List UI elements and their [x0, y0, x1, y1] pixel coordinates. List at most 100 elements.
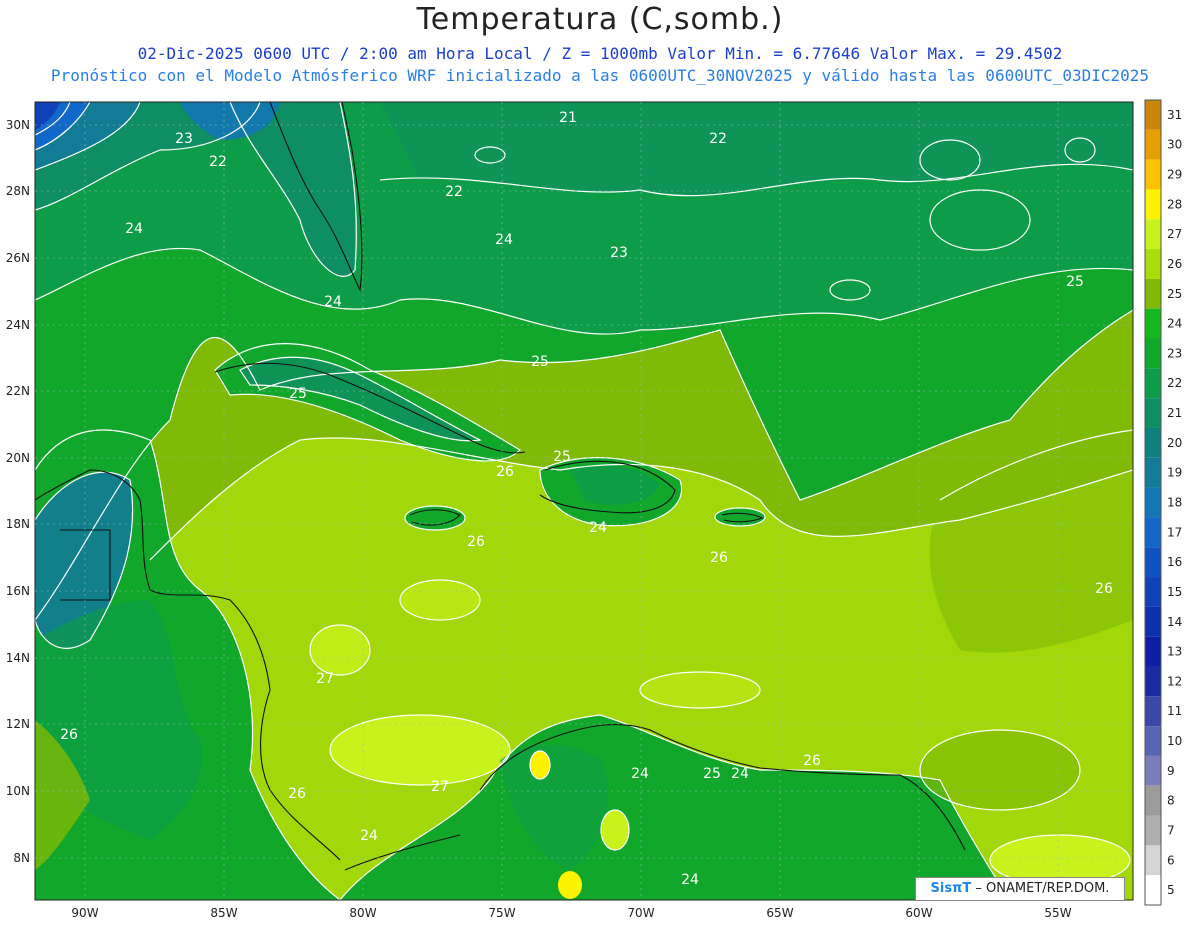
contour-label: 24: [631, 766, 649, 782]
contour-label: 26: [803, 753, 821, 769]
contour-label: 24: [495, 232, 513, 248]
contour-label: 24: [589, 520, 607, 536]
colorbar-swatch: [1145, 815, 1161, 846]
colorbar-swatch: [1145, 666, 1161, 697]
contour-label: 21: [559, 110, 577, 126]
contour-label: 26: [496, 464, 514, 480]
contour-label: 24: [360, 828, 378, 844]
shaded-field: [35, 102, 1133, 900]
colorbar-label: 30: [1167, 138, 1182, 152]
colorbar-swatch: [1145, 845, 1161, 876]
contour-label: 22: [445, 184, 463, 200]
colorbar-swatch: [1145, 398, 1161, 428]
colorbar-swatch: [1145, 487, 1161, 518]
contour-label: 24: [681, 872, 699, 888]
colorbar-swatch: [1145, 696, 1161, 727]
colorbar-label: 9: [1167, 764, 1175, 778]
colorbar-swatch: [1145, 338, 1161, 369]
lon-label: 90W: [71, 906, 98, 920]
colorbar-label: 23: [1167, 346, 1182, 360]
credit-text: – ONAMET/REP.DOM.: [975, 881, 1110, 896]
colorbar-label: 22: [1167, 376, 1182, 390]
lat-label: 24N: [6, 318, 30, 332]
colorbar-label: 20: [1167, 436, 1182, 450]
contour-label: 25: [553, 449, 571, 465]
lon-label: 85W: [210, 906, 237, 920]
colorbar-label: 18: [1167, 496, 1182, 510]
colorbar-swatch: [1145, 278, 1161, 309]
lat-label: 8N: [13, 851, 30, 865]
colorbar-label: 12: [1167, 674, 1182, 688]
colorbar-label: 29: [1167, 168, 1182, 182]
contour-label: 25: [703, 766, 721, 782]
lat-label: 26N: [6, 251, 30, 265]
lon-label: 75W: [488, 906, 515, 920]
lat-label: 16N: [6, 584, 30, 598]
lat-label: 20N: [6, 451, 30, 465]
contour-label: 25: [1066, 274, 1084, 290]
colorbar-label: 19: [1167, 466, 1182, 480]
contour-label: 24: [324, 294, 342, 310]
lon-label: 70W: [627, 906, 654, 920]
colorbar-label: 11: [1167, 704, 1182, 718]
contour-label: 27: [316, 671, 334, 687]
colorbar-label: 28: [1167, 197, 1182, 211]
lat-label: 12N: [6, 717, 30, 731]
colorbar-swatch: [1145, 726, 1161, 756]
lat-label: 14N: [6, 651, 30, 665]
colorbar-label: 14: [1167, 615, 1182, 629]
sispi-logo: SisπT: [930, 881, 972, 896]
colorbar-label: 21: [1167, 406, 1182, 420]
contour-label: 24: [125, 221, 143, 237]
colorbar-label: 26: [1167, 257, 1182, 271]
colorbar-swatch: [1145, 308, 1161, 339]
lon-label: 80W: [349, 906, 376, 920]
lat-label: 22N: [6, 384, 30, 398]
colorbar-swatch: [1145, 427, 1161, 458]
contour-label: 23: [175, 131, 193, 147]
colorbar-swatch: [1145, 129, 1161, 160]
lat-label: 18N: [6, 517, 30, 531]
contour-label: 22: [209, 154, 227, 170]
temperature-map: 30N 28N 26N 24N 22N 20N 18N 16N 14N 12N …: [6, 99, 1182, 920]
colorbar-swatch: [1145, 189, 1161, 220]
colorbar-label: 17: [1167, 525, 1182, 539]
colorbar-label: 5: [1167, 883, 1175, 897]
colorbar-swatch: [1145, 577, 1161, 607]
contour-label: 22: [709, 131, 727, 147]
colorbar-swatch: [1145, 875, 1161, 905]
lon-label: 65W: [766, 906, 793, 920]
longitude-labels: 90W 85W 80W 75W 70W 65W 60W 55W: [71, 906, 1071, 920]
colorbar-swatch: [1145, 219, 1161, 250]
contour-label: 27: [431, 779, 449, 795]
lon-label: 60W: [905, 906, 932, 920]
contour-label: 26: [467, 534, 485, 550]
colorbar-label: 24: [1167, 317, 1182, 331]
colorbar-swatch: [1145, 517, 1161, 548]
contour-label: 25: [289, 386, 307, 402]
colorbar-swatch: [1145, 159, 1161, 190]
colorbar-label: 13: [1167, 645, 1182, 659]
colorbar-label: 15: [1167, 585, 1182, 599]
credit-box: SisπT – ONAMET/REP.DOM.: [915, 877, 1125, 901]
contour-label: 26: [1095, 581, 1113, 597]
colorbar-label: 10: [1167, 734, 1182, 748]
colorbar-swatch: [1145, 100, 1161, 130]
colorbar-swatch: [1145, 755, 1161, 786]
colorbar-label: 6: [1167, 853, 1175, 867]
colorbar-swatch: [1145, 249, 1161, 279]
lon-label: 55W: [1044, 906, 1071, 920]
lat-label: 30N: [6, 118, 30, 132]
lat-label: 10N: [6, 784, 30, 798]
lat-label: 28N: [6, 184, 30, 198]
colorbar-swatch: [1145, 547, 1161, 578]
latitude-labels: 30N 28N 26N 24N 22N 20N 18N 16N 14N 12N …: [6, 118, 30, 865]
contour-label: 26: [288, 786, 306, 802]
colorbar-label: 7: [1167, 823, 1175, 837]
colorbar-label: 16: [1167, 555, 1182, 569]
colorbar-label: 31: [1167, 108, 1182, 122]
colorbar-swatch: [1145, 606, 1161, 637]
colorbar-swatch: [1145, 457, 1161, 488]
colorbar-swatch: [1145, 368, 1161, 399]
contour-label: 25: [531, 354, 549, 370]
